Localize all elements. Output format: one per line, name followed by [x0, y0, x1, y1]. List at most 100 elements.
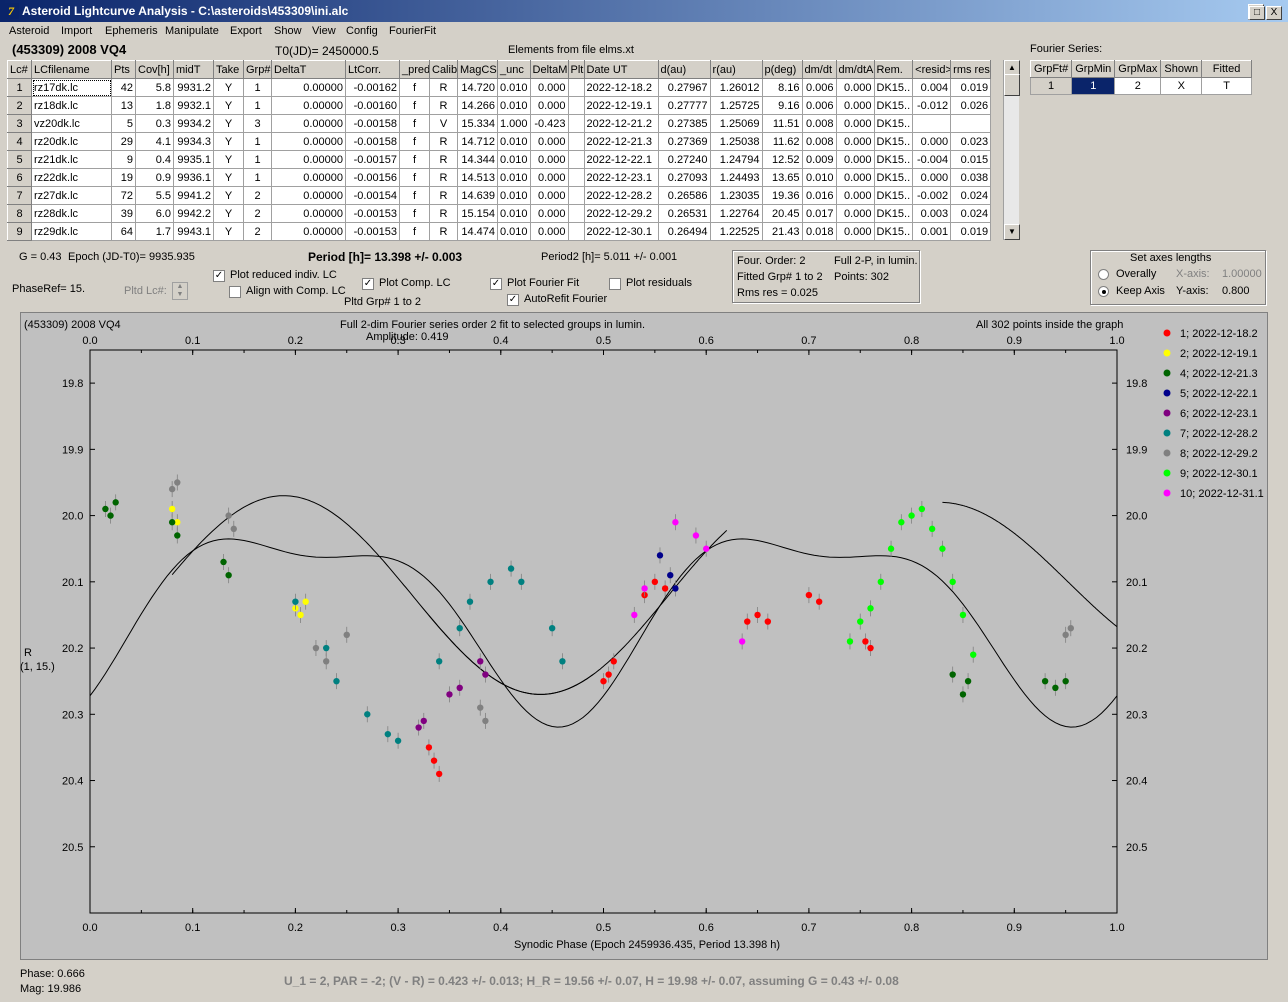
- legend-label: 1; 2022-12-18.2: [1180, 328, 1258, 340]
- close-button[interactable]: X: [1266, 6, 1282, 20]
- data-point: [477, 658, 484, 665]
- data-point: [918, 505, 926, 513]
- x-tick-label-top: 0.5: [596, 335, 611, 347]
- cursor-phase: Phase: 0.666: [20, 968, 85, 980]
- legend-marker: [1163, 369, 1171, 377]
- legend-marker: [1163, 409, 1171, 417]
- x-tick-label-bottom: 0.5: [596, 922, 611, 934]
- y-tick-label-left: 19.8: [62, 378, 83, 390]
- legend-label: 2; 2022-12-19.1: [1180, 348, 1258, 360]
- data-point: [867, 644, 874, 652]
- x-tick-label-bottom: 0.4: [493, 922, 508, 934]
- data-point: [333, 677, 340, 685]
- lightcurve-chart[interactable]: 0.00.00.10.10.20.20.30.30.40.40.50.50.60…: [0, 0, 1288, 1002]
- data-point: [908, 512, 915, 519]
- data-point: [651, 578, 659, 586]
- y-axis-subtitle: (1, 15.): [20, 661, 55, 673]
- data-point: [1062, 631, 1069, 639]
- x-tick-label-top: 0.4: [493, 335, 508, 347]
- data-point: [107, 512, 114, 519]
- data-point: [487, 578, 494, 586]
- y-tick-label-right: 20.4: [1126, 776, 1147, 788]
- legend-label: 10; 2022-12-31.1: [1180, 488, 1264, 500]
- y-tick-label-left: 20.4: [62, 776, 83, 788]
- legend-marker: [1163, 449, 1171, 457]
- data-point: [949, 671, 956, 678]
- data-point: [600, 677, 607, 685]
- data-point: [862, 638, 869, 645]
- legend-marker: [1163, 329, 1171, 337]
- plot-amplitude: Amplitude: 0.419: [366, 331, 449, 343]
- data-point: [846, 638, 854, 645]
- maximize-button[interactable]: □: [1249, 6, 1265, 20]
- cursor-mag: Mag: 19.986: [20, 983, 82, 995]
- data-point: [605, 671, 612, 678]
- data-point: [754, 611, 761, 619]
- legend-label: 9; 2022-12-30.1: [1180, 468, 1258, 480]
- data-point: [466, 598, 474, 605]
- data-point: [112, 499, 119, 506]
- data-point: [610, 658, 617, 665]
- x-tick-label-bottom: 0.9: [1007, 922, 1022, 934]
- data-point: [631, 611, 638, 619]
- data-point: [292, 598, 299, 605]
- data-point: [692, 532, 700, 539]
- data-point: [230, 525, 237, 533]
- data-point: [805, 591, 813, 599]
- data-point: [456, 684, 463, 691]
- x-tick-label-bottom: 0.3: [390, 922, 405, 934]
- y-tick-label-right: 19.8: [1126, 378, 1147, 390]
- data-point: [949, 578, 956, 586]
- data-point: [446, 691, 453, 698]
- x-tick-label-bottom: 0.8: [904, 922, 919, 934]
- plot-inside-note: All 302 points inside the graph: [976, 319, 1124, 331]
- y-tick-label-left: 20.1: [62, 577, 83, 589]
- y-tick-label-left: 20.2: [62, 643, 83, 655]
- data-point: [703, 545, 710, 552]
- x-tick-label-top: 0.1: [185, 335, 200, 347]
- x-tick-label-bottom: 0.1: [185, 922, 200, 934]
- plot-title: Full 2-dim Fourier series order 2 fit to…: [340, 319, 646, 331]
- y-axis-title: R: [24, 647, 32, 659]
- data-point: [959, 611, 967, 619]
- data-point: [559, 658, 566, 665]
- legend-label: 6; 2022-12-23.1: [1180, 408, 1258, 420]
- data-point: [964, 677, 972, 685]
- data-point: [425, 744, 433, 751]
- y-tick-label-right: 20.2: [1126, 643, 1147, 655]
- y-tick-label-right: 20.5: [1126, 842, 1147, 854]
- legend-marker: [1163, 349, 1171, 357]
- data-point: [456, 624, 463, 632]
- y-tick-label-right: 20.0: [1126, 511, 1147, 523]
- data-point: [939, 545, 946, 552]
- data-point: [477, 704, 484, 711]
- plot-object-name: (453309) 2008 VQ4: [24, 319, 121, 331]
- data-point: [225, 512, 232, 519]
- x-tick-label-top: 0.2: [288, 335, 303, 347]
- legend-marker: [1163, 489, 1171, 497]
- data-point: [641, 585, 648, 592]
- data-point: [102, 505, 109, 513]
- data-point: [738, 638, 746, 645]
- y-tick-label-right: 20.1: [1126, 577, 1147, 589]
- data-point: [482, 717, 489, 725]
- y-tick-label-left: 20.5: [62, 842, 83, 854]
- data-point: [364, 711, 371, 718]
- data-point: [415, 724, 422, 731]
- data-point: [656, 552, 664, 559]
- data-point: [297, 611, 304, 619]
- data-point: [323, 658, 330, 665]
- x-tick-label-bottom: 0.7: [801, 922, 816, 934]
- data-point: [1052, 684, 1059, 691]
- x-tick-label-bottom: 0.2: [288, 922, 303, 934]
- data-point: [168, 505, 176, 513]
- x-axis-title: Synodic Phase (Epoch 2459936.435, Period…: [514, 939, 781, 951]
- photometry-summary: U_1 = 2, PAR = -2; (V - R) = 0.423 +/- 0…: [284, 974, 899, 988]
- legend-label: 4; 2022-12-21.3: [1180, 368, 1258, 380]
- data-point: [1041, 677, 1049, 685]
- data-point: [420, 717, 427, 725]
- data-point: [867, 605, 874, 612]
- data-point: [764, 618, 772, 625]
- data-point: [482, 671, 489, 678]
- data-point: [394, 737, 402, 744]
